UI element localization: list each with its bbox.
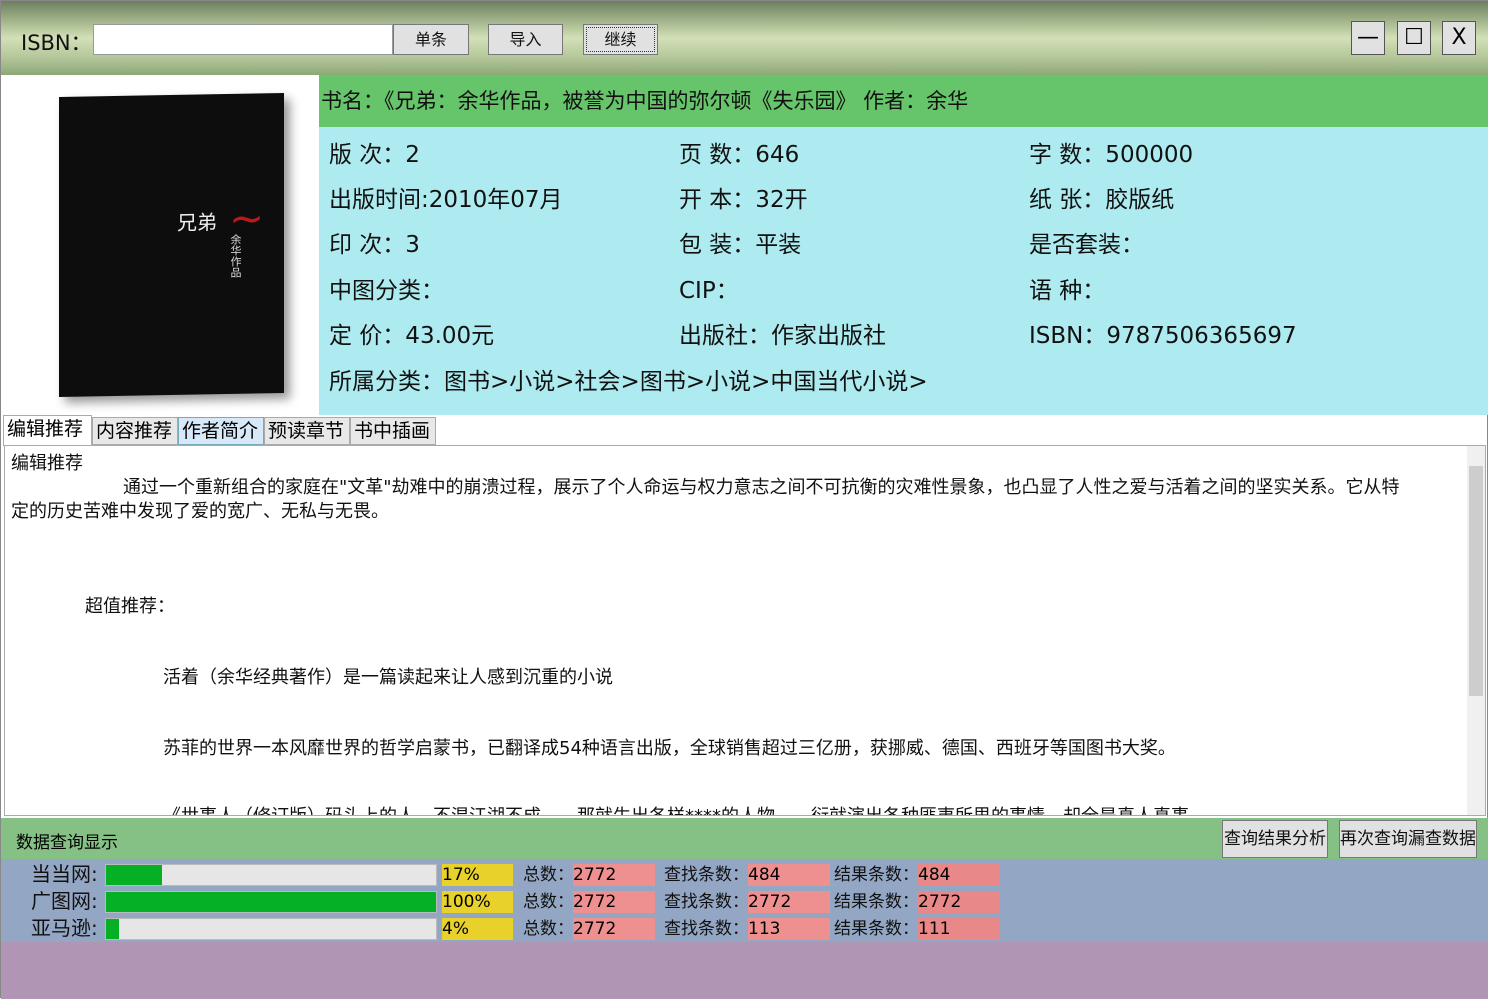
site-name: 当当网: — [31, 862, 98, 886]
single-button[interactable]: 单条 — [393, 24, 469, 55]
tab-illustrations[interactable]: 书中插画 — [350, 417, 436, 445]
progress-bar — [105, 918, 437, 940]
total-value: 2772 — [573, 864, 655, 886]
price: 定 价：43.00元 — [329, 323, 495, 349]
continue-button[interactable]: 继续 — [583, 24, 658, 55]
result-value: 2772 — [918, 891, 1000, 913]
found-label: 查找条数： — [664, 919, 749, 939]
format: 开 本：32开 — [679, 187, 808, 213]
query-bar: 数据查询显示 查询结果分析 再次查询漏查数据 — [1, 818, 1488, 859]
word-count: 字 数：500000 — [1029, 142, 1194, 168]
publish-date: 出版时间:2010年07月 — [329, 187, 563, 213]
printing: 印 次：3 — [329, 232, 420, 258]
language: 语 种： — [1029, 278, 1106, 304]
progress-bar — [105, 864, 437, 886]
stats-row: 广图网: 100% 总数： 2772 查找条数： 2772 结果条数： 2772 — [1, 889, 1001, 913]
stats-row: 亚马逊: 4% 总数： 2772 查找条数： 113 结果条数： 111 — [1, 916, 1001, 940]
content-rec: 活着（余华经典著作）是一篇读起来让人感到沉重的小说 — [163, 667, 613, 688]
progress-percent: 100% — [442, 891, 513, 913]
total-value: 2772 — [573, 891, 655, 913]
progress-percent: 4% — [442, 918, 513, 940]
book-cover-image: 兄弟 ~ 余华作品 — [59, 93, 284, 397]
toolbar: ISBN： 单条 导入 继续 — ☐ X — [1, 1, 1488, 75]
found-value: 113 — [748, 918, 830, 940]
progress-fill — [106, 865, 163, 885]
content-super: 超值推荐： — [85, 596, 175, 617]
cover-subtitle: 余华作品 — [229, 233, 242, 278]
bottom-panel — [1, 942, 1488, 999]
tab-author-intro[interactable]: 作者简介 — [178, 417, 264, 445]
book-cover: 兄弟 ~ 余华作品 — [1, 75, 319, 415]
isbn-label: ISBN： — [21, 31, 92, 55]
import-button[interactable]: 导入 — [488, 24, 563, 55]
found-label: 查找条数： — [664, 892, 749, 912]
site-name: 亚马逊: — [31, 916, 98, 940]
content-rec: 《世事人（修订版）码头上的人，不混江湖不成……那就生出各样****的人物……衍就… — [163, 802, 1189, 815]
scrollbar-thumb[interactable] — [1469, 466, 1483, 696]
book-info: 版 次：2 页 数：646 字 数：500000 出版时间:2010年07月 开… — [319, 127, 1488, 415]
stats-row: 当当网: 17% 总数： 2772 查找条数： 484 结果条数： 484 — [1, 862, 1001, 886]
pages: 页 数：646 — [679, 142, 800, 168]
progress-bar — [105, 891, 437, 913]
paper: 纸 张：胶版纸 — [1029, 187, 1175, 213]
query-label: 数据查询显示 — [16, 833, 118, 853]
result-label: 结果条数： — [834, 892, 919, 912]
cover-title: 兄弟 — [177, 210, 217, 235]
content-textbox[interactable]: 编辑推荐 通过一个重新组合的家庭在"文革"劫难中的崩溃过程，展示了个人命运与权力… — [4, 445, 1486, 816]
tab-preview-chapter[interactable]: 预读章节 — [264, 417, 350, 445]
edition: 版 次：2 — [329, 142, 420, 168]
content-heading: 编辑推荐 — [11, 453, 83, 474]
isbn-input[interactable] — [93, 24, 393, 55]
cip: CIP： — [679, 278, 739, 304]
result-value: 111 — [918, 918, 1000, 940]
result-label: 结果条数： — [834, 865, 919, 885]
content-rec: 苏菲的世界一本风靡世界的哲学启蒙书，已翻译成54种语言出版，全球销售超过三亿册，… — [163, 738, 1176, 759]
publisher: 出版社：作家出版社 — [679, 323, 886, 349]
found-label: 查找条数： — [664, 865, 749, 885]
requery-button[interactable]: 再次查询漏查数据 — [1339, 820, 1477, 858]
total-label: 总数： — [523, 865, 574, 885]
category: 所属分类：图书>小说>社会>图书>小说>中国当代小说> — [329, 369, 928, 395]
total-value: 2772 — [573, 918, 655, 940]
binding: 包 装：平装 — [679, 232, 802, 258]
found-value: 2772 — [748, 891, 830, 913]
content-para: 定的历史苦难中发现了爱的宽广、无私与无畏。 — [11, 501, 389, 522]
isbn: ISBN：9787506365697 — [1029, 323, 1297, 349]
analyze-button[interactable]: 查询结果分析 — [1222, 820, 1328, 858]
result-value: 484 — [918, 864, 1000, 886]
progress-fill — [106, 892, 436, 912]
result-label: 结果条数： — [834, 919, 919, 939]
progress-fill — [106, 919, 120, 939]
tab-editor-recommend[interactable]: 编辑推荐 — [3, 415, 92, 446]
vertical-scrollbar[interactable] — [1467, 446, 1485, 815]
clc-class: 中图分类： — [329, 278, 444, 304]
tab-content-recommend[interactable]: 内容推荐 — [92, 417, 178, 445]
total-label: 总数： — [523, 892, 574, 912]
close-button[interactable]: X — [1442, 21, 1476, 55]
progress-percent: 17% — [442, 864, 513, 886]
maximize-button[interactable]: ☐ — [1397, 21, 1431, 55]
is-set: 是否套装： — [1029, 232, 1144, 258]
minimize-button[interactable]: — — [1351, 21, 1385, 55]
total-label: 总数： — [523, 919, 574, 939]
stats-panel: 当当网: 17% 总数： 2772 查找条数： 484 结果条数： 484 广图网… — [1, 859, 1488, 942]
content-para: 通过一个重新组合的家庭在"文革"劫难中的崩溃过程，展示了个人命运与权力意志之间不… — [123, 477, 1400, 498]
found-value: 484 — [748, 864, 830, 886]
book-title: 书名：《兄弟：余华作品，被誉为中国的弥尔顿《失乐园》 作者：余华 — [319, 75, 1488, 127]
site-name: 广图网: — [31, 889, 98, 913]
